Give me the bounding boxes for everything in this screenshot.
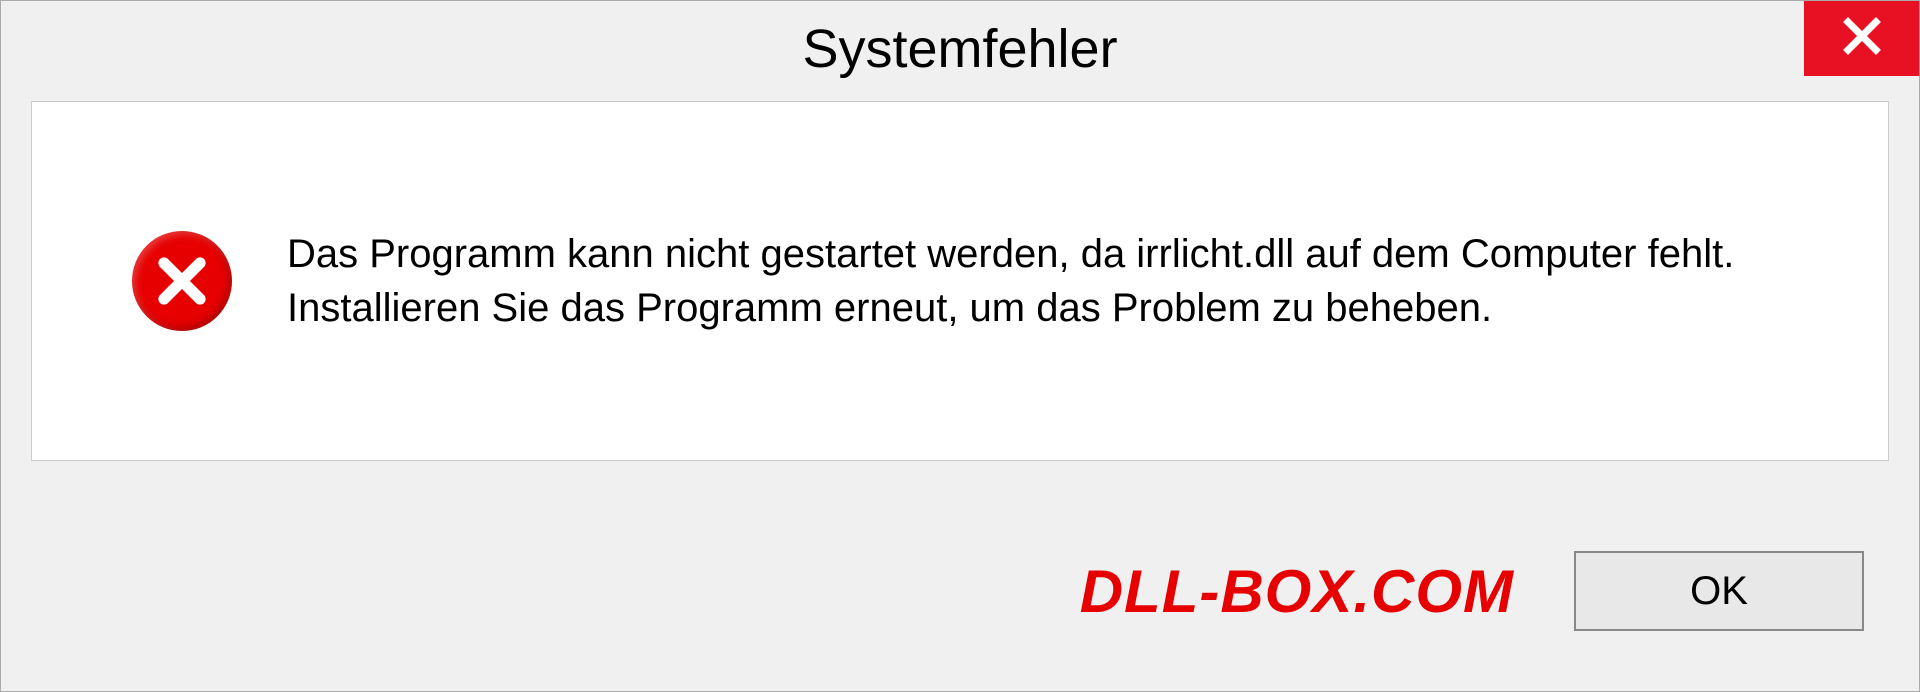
close-icon — [1841, 15, 1883, 62]
dialog-footer: DLL-BOX.COM OK — [1, 491, 1919, 691]
message-panel: Das Programm kann nicht gestartet werden… — [31, 101, 1889, 461]
close-button[interactable] — [1804, 1, 1919, 76]
titlebar: Systemfehler — [1, 1, 1919, 96]
ok-button[interactable]: OK — [1574, 551, 1864, 631]
dialog-title: Systemfehler — [802, 18, 1117, 80]
error-message: Das Programm kann nicht gestartet werden… — [287, 227, 1828, 335]
watermark-text: DLL-BOX.COM — [1080, 557, 1514, 626]
error-icon — [132, 231, 232, 331]
